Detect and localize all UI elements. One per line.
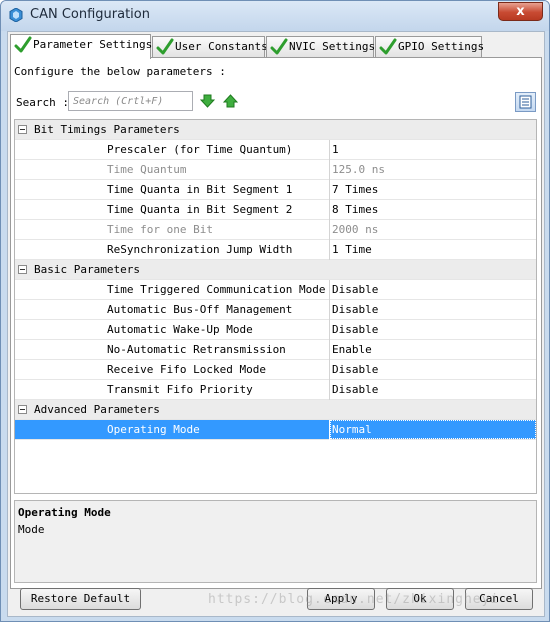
dialog-body: Parameter Settings User Constants NVIC S… xyxy=(7,31,545,617)
parameter-settings-panel: Configure the below parameters : Search … xyxy=(10,57,542,589)
column-divider xyxy=(329,360,330,380)
configure-label: Configure the below parameters : xyxy=(14,65,226,78)
column-divider xyxy=(329,240,330,260)
column-divider xyxy=(329,280,330,300)
app-icon xyxy=(9,8,23,22)
can-configuration-window: CAN Configuration x Parameter Settings U… xyxy=(0,0,550,622)
tab-nvic-settings[interactable]: NVIC Settings xyxy=(266,36,376,57)
column-divider xyxy=(329,220,330,240)
tab-label: NVIC Settings xyxy=(289,40,376,53)
property-name: Receive Fifo Locked Mode xyxy=(107,363,266,376)
collapse-icon[interactable] xyxy=(18,125,27,134)
property-name: Prescaler (for Time Quantum) xyxy=(107,143,293,156)
property-name: Time for one Bit xyxy=(107,223,213,236)
property-row-operating-mode[interactable]: Operating Mode Normal xyxy=(15,420,536,440)
property-name: Time Triggered Communication Mode xyxy=(107,283,326,296)
group-label: Advanced Parameters xyxy=(34,403,160,416)
property-name: Time Quanta in Bit Segment 2 xyxy=(107,203,293,216)
description-panel: Operating Mode Mode xyxy=(14,500,537,583)
property-value[interactable]: Disable xyxy=(332,283,378,296)
property-row-receive-fifo-locked[interactable]: Receive Fifo Locked Mode Disable xyxy=(15,360,536,380)
property-name: Automatic Bus-Off Management xyxy=(107,303,293,316)
column-divider xyxy=(329,140,330,160)
search-input[interactable] xyxy=(68,91,193,111)
column-divider xyxy=(329,200,330,220)
close-icon: x xyxy=(516,4,525,19)
property-value[interactable]: 7 Times xyxy=(332,183,378,196)
column-divider xyxy=(329,300,330,320)
property-value[interactable]: Disable xyxy=(332,363,378,376)
tab-label: User Constants xyxy=(175,40,268,53)
property-value: 2000 ns xyxy=(332,223,379,236)
property-row-bit-segment-1[interactable]: Time Quanta in Bit Segment 1 7 Times xyxy=(15,180,536,200)
column-divider xyxy=(329,160,330,180)
column-divider xyxy=(329,380,330,400)
check-icon xyxy=(379,38,397,55)
property-value[interactable]: Disable xyxy=(332,323,378,336)
tab-user-constants[interactable]: User Constants xyxy=(152,36,268,57)
arrow-up-icon[interactable] xyxy=(223,94,238,108)
property-value: 125.0 ns xyxy=(332,163,385,176)
list-view-button[interactable] xyxy=(515,92,536,112)
watermark: https://blog.csdn.net/zhixingheyi xyxy=(208,592,500,607)
title-bar[interactable]: CAN Configuration x xyxy=(1,1,549,31)
window-title: CAN Configuration xyxy=(30,7,150,22)
property-row-bit-segment-2[interactable]: Time Quanta in Bit Segment 2 8 Times xyxy=(15,200,536,220)
group-advanced-parameters[interactable]: Advanced Parameters xyxy=(15,400,536,420)
property-row-bus-off[interactable]: Automatic Bus-Off Management Disable xyxy=(15,300,536,320)
property-value[interactable]: 1 Time xyxy=(332,243,372,256)
check-icon xyxy=(270,38,288,55)
close-button[interactable]: x xyxy=(498,2,543,21)
tab-label: Parameter Settings xyxy=(33,38,153,51)
tab-label: GPIO Settings xyxy=(398,40,485,53)
property-name: Operating Mode xyxy=(107,423,200,436)
search-label: Search : xyxy=(16,96,69,109)
property-name: No-Automatic Retransmission xyxy=(107,343,286,356)
group-basic-parameters[interactable]: Basic Parameters xyxy=(15,260,536,280)
property-row-time-quantum: Time Quantum 125.0 ns xyxy=(15,160,536,180)
description-text: Mode xyxy=(18,523,45,536)
tab-parameter-settings[interactable]: Parameter Settings xyxy=(10,34,153,59)
column-divider xyxy=(329,320,330,340)
property-row-wake-up[interactable]: Automatic Wake-Up Mode Disable xyxy=(15,320,536,340)
tab-bar: Parameter Settings User Constants NVIC S… xyxy=(10,34,540,59)
property-row-no-auto-retransmission[interactable]: No-Automatic Retransmission Enable xyxy=(15,340,536,360)
restore-default-button[interactable]: Restore Default xyxy=(20,588,141,610)
tab-gpio-settings[interactable]: GPIO Settings xyxy=(375,36,485,57)
property-name: Time Quantum xyxy=(107,163,187,176)
property-value[interactable]: Enable xyxy=(332,343,372,356)
property-row-time-triggered[interactable]: Time Triggered Communication Mode Disabl… xyxy=(15,280,536,300)
property-row-time-for-one-bit: Time for one Bit 2000 ns xyxy=(15,220,536,240)
property-name: Transmit Fifo Priority xyxy=(107,383,253,396)
property-name: Time Quanta in Bit Segment 1 xyxy=(107,183,293,196)
property-name: Automatic Wake-Up Mode xyxy=(107,323,253,336)
description-title: Operating Mode xyxy=(18,506,111,519)
collapse-icon[interactable] xyxy=(18,405,27,414)
property-row-prescaler[interactable]: Prescaler (for Time Quantum) 1 xyxy=(15,140,536,160)
group-label: Basic Parameters xyxy=(34,263,140,276)
property-value[interactable]: Disable xyxy=(332,303,378,316)
property-value[interactable]: Normal xyxy=(332,423,372,436)
column-divider xyxy=(329,180,330,200)
column-divider xyxy=(329,340,330,360)
property-table: Bit Timings Parameters Prescaler (for Ti… xyxy=(14,119,537,494)
property-row-resync-jump-width[interactable]: ReSynchronization Jump Width 1 Time xyxy=(15,240,536,260)
group-label: Bit Timings Parameters xyxy=(34,123,180,136)
property-value[interactable]: 8 Times xyxy=(332,203,378,216)
group-bit-timings[interactable]: Bit Timings Parameters xyxy=(15,120,536,140)
arrow-down-icon[interactable] xyxy=(200,94,215,108)
property-value[interactable]: Disable xyxy=(332,383,378,396)
property-name: ReSynchronization Jump Width xyxy=(107,243,293,256)
property-value[interactable]: 1 xyxy=(332,143,339,156)
list-view-icon xyxy=(519,95,532,109)
check-icon xyxy=(156,38,174,55)
collapse-icon[interactable] xyxy=(18,265,27,274)
check-icon xyxy=(14,36,32,53)
property-row-transmit-fifo-priority[interactable]: Transmit Fifo Priority Disable xyxy=(15,380,536,400)
